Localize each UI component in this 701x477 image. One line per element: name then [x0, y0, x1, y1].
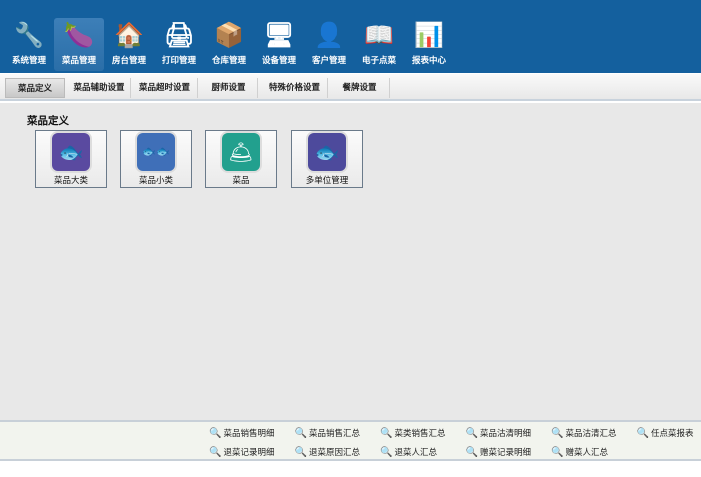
- magnifier-icon: 🔍: [209, 447, 222, 458]
- warehouse-box-icon: 📦: [214, 21, 244, 49]
- magnifier-icon: 🔍: [294, 428, 307, 439]
- report-link[interactable]: 🔍 赠菜人汇总: [551, 446, 608, 458]
- sub-tab-bar: 菜品定义 菜品辅助设置 菜品超时设置 厨师设置 特殊价格设置 餐牌设置: [0, 74, 701, 101]
- button-label: 菜品大类: [53, 176, 88, 186]
- report-link[interactable]: 🔍 退菜记录明细: [209, 446, 274, 458]
- report-link[interactable]: 🔍 退菜原因汇总: [295, 446, 360, 458]
- content-area: 菜品定义 🐟 菜品大类 🐟🐟 菜品小类 🛎 菜品 🐟 多单位管理: [0, 103, 701, 420]
- customer-headset-icon: 👤: [314, 21, 344, 49]
- magnifier-icon: 🔍: [551, 447, 564, 458]
- tab-0[interactable]: 菜品定义: [5, 78, 65, 98]
- function-button-3[interactable]: 🐟 多单位管理: [291, 130, 363, 188]
- nav-label: 房台管理: [111, 56, 146, 66]
- nav-label: 菜品管理: [61, 56, 96, 66]
- bar-chart-icon: 📊: [414, 21, 444, 49]
- report-link[interactable]: 🔍 退菜人汇总: [380, 446, 437, 458]
- nav-warehouse-box[interactable]: 📦 仓库管理: [204, 18, 254, 71]
- report-link[interactable]: 🔍 菜品销售汇总: [295, 427, 360, 439]
- report-link[interactable]: 🔍 赠菜记录明细: [466, 446, 531, 458]
- tab-3[interactable]: 厨师设置: [200, 78, 258, 98]
- nav-label: 报表中心: [411, 56, 446, 66]
- fish-icon: 🐟: [52, 133, 90, 171]
- nav-eggplant[interactable]: 🍆 菜品管理: [54, 18, 104, 71]
- button-label: 菜品小类: [138, 176, 173, 186]
- report-link[interactable]: 🔍 菜品沽清汇总: [551, 427, 616, 439]
- nav-printer[interactable]: 🖨 打印管理: [154, 18, 204, 71]
- fish-icon: 🐟: [308, 133, 346, 171]
- nav-label: 系统管理: [11, 56, 46, 66]
- button-label: 多单位管理: [305, 176, 349, 186]
- report-link[interactable]: 🔍 菜品沽清明细: [466, 427, 531, 439]
- nav-label: 电子点菜: [361, 56, 396, 66]
- nav-label: 设备管理: [261, 56, 296, 66]
- magnifier-icon: 🔍: [294, 447, 307, 458]
- printer-icon: 🖨: [164, 21, 195, 49]
- tab-1[interactable]: 菜品辅助设置: [68, 78, 131, 98]
- nav-customer-headset[interactable]: 👤 客户管理: [304, 18, 354, 71]
- magnifier-icon: 🔍: [380, 428, 393, 439]
- report-link[interactable]: 🔍 任点菜报表: [637, 427, 694, 439]
- nav-label: 打印管理: [161, 56, 196, 66]
- nav-house[interactable]: 🏠 房台管理: [104, 18, 154, 71]
- eggplant-icon: 🍆: [64, 21, 94, 49]
- tools-icon: 🔧: [14, 21, 44, 49]
- function-button-0[interactable]: 🐟 菜品大类: [35, 130, 107, 188]
- magnifier-icon: 🔍: [380, 447, 393, 458]
- function-button-1[interactable]: 🐟🐟 菜品小类: [120, 130, 192, 188]
- tab-2[interactable]: 菜品超时设置: [132, 78, 198, 98]
- section-title: 菜品定义: [27, 115, 69, 127]
- magnifier-icon: 🔍: [636, 428, 649, 439]
- menu-tablet-icon: 📖: [364, 21, 394, 49]
- function-button-2[interactable]: 🛎 菜品: [205, 130, 277, 188]
- report-link[interactable]: 🔍 菜品销售明细: [209, 427, 274, 439]
- house-icon: 🏠: [114, 21, 144, 49]
- device-add-icon: 🖥: [264, 21, 295, 49]
- magnifier-icon: 🔍: [209, 428, 222, 439]
- magnifier-icon: 🔍: [465, 428, 478, 439]
- tab-5[interactable]: 餐牌设置: [330, 78, 390, 98]
- nav-device-add[interactable]: 🖥 设备管理: [254, 18, 304, 71]
- magnifier-icon: 🔍: [465, 447, 478, 458]
- nav-label: 仓库管理: [211, 56, 246, 66]
- nav-menu-tablet[interactable]: 📖 电子点菜: [354, 18, 404, 71]
- top-toolbar: 🔧 系统管理 🍆 菜品管理 🏠 房台管理 🖨 打印管理 📦 仓库管理 🖥 设备管理 👤 客户管理 📖 电子点菜…: [0, 0, 701, 73]
- button-label: 菜品: [232, 176, 250, 186]
- cloche-icon: 🛎: [222, 133, 260, 171]
- report-links-bar: 🔍 菜品销售明细 🔍 菜品销售汇总 🔍 菜类销售汇总 🔍 菜品沽清明细 🔍 菜品沽清汇总 🔍 任点菜报…: [0, 420, 701, 461]
- nav-label: 客户管理: [311, 56, 346, 66]
- magnifier-icon: 🔍: [551, 428, 564, 439]
- report-link[interactable]: 🔍 菜类销售汇总: [380, 427, 445, 439]
- fish-icon: 🐟🐟: [137, 133, 175, 171]
- tab-4[interactable]: 特殊价格设置: [262, 78, 328, 98]
- nav-tools[interactable]: 🔧 系统管理: [4, 18, 54, 71]
- nav-bar-chart[interactable]: 📊 报表中心: [404, 18, 454, 71]
